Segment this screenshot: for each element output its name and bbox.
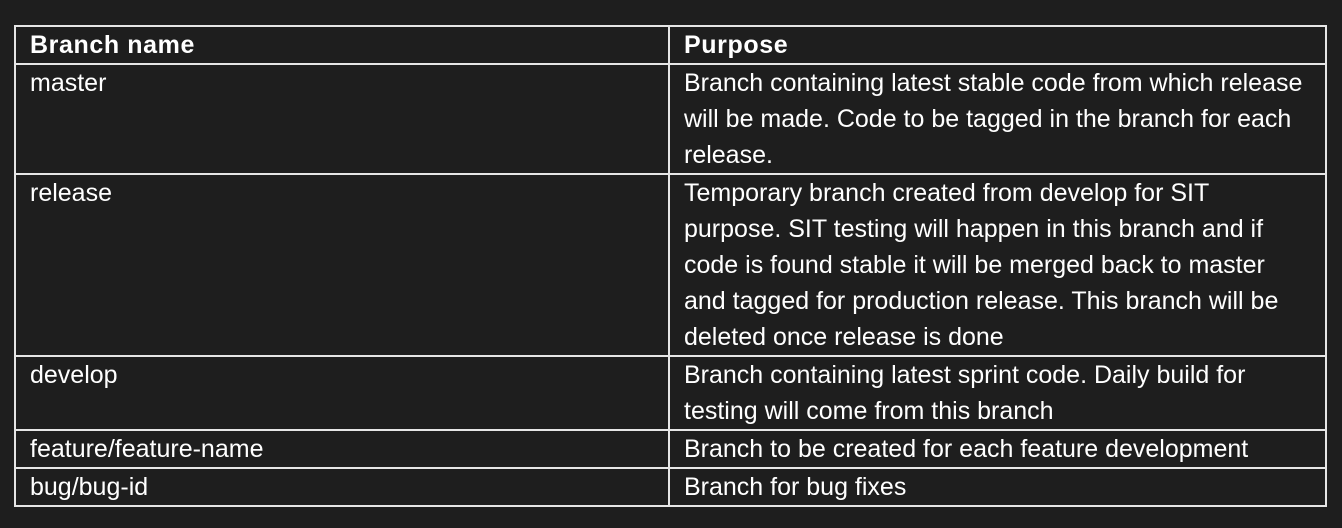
branch-name-cell: feature/feature-name [14,429,670,469]
purpose-cell: Temporary branch created from develop fo… [668,173,1327,357]
table-row: develop Branch containing latest sprint … [14,355,1327,431]
purpose-cell: Branch for bug fixes [668,467,1327,507]
table-row: feature/feature-name Branch to be create… [14,429,1327,469]
purpose-cell: Branch containing latest sprint code. Da… [668,355,1327,431]
table-header-row: Branch name Purpose [14,25,1327,65]
header-purpose: Purpose [668,25,1327,65]
purpose-cell: Branch containing latest stable code fro… [668,63,1327,175]
table-row: master Branch containing latest stable c… [14,63,1327,175]
branch-table: Branch name Purpose master Branch contai… [14,25,1327,507]
branch-name-cell: release [14,173,670,357]
branch-name-cell: develop [14,355,670,431]
header-branch-name: Branch name [14,25,670,65]
branch-name-cell: bug/bug-id [14,467,670,507]
purpose-cell: Branch to be created for each feature de… [668,429,1327,469]
branch-name-cell: master [14,63,670,175]
table-row: release Temporary branch created from de… [14,173,1327,357]
table-row: bug/bug-id Branch for bug fixes [14,467,1327,507]
